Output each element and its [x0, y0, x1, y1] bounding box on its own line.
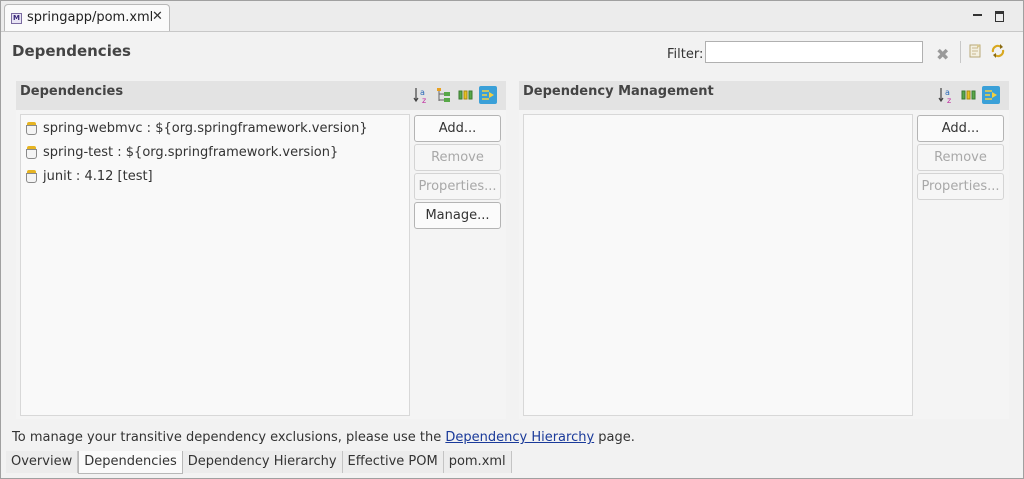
tab-effective-pom[interactable]: Effective POM: [342, 451, 444, 473]
jar-icon: [26, 146, 37, 159]
toolbar-separator: [960, 41, 961, 63]
show-columns-icon[interactable]: [457, 86, 475, 104]
dependency-management-section: Dependency Management az Add... Remove P…: [519, 81, 1009, 419]
open-pom-icon[interactable]: [967, 42, 985, 60]
show-groupid-icon[interactable]: [435, 86, 453, 104]
dependencies-section: Dependencies az spring-webmvc : ${org.sp…: [16, 81, 506, 419]
managed-dependency-properties-button[interactable]: Properties...: [917, 173, 1004, 200]
dependencies-list[interactable]: spring-webmvc : ${org.springframework.ve…: [20, 114, 410, 416]
remove-managed-dependency-button[interactable]: Remove: [917, 144, 1004, 171]
svg-text:z: z: [422, 96, 426, 104]
dependency-management-title: Dependency Management: [523, 84, 714, 99]
sort-alphabetically-icon[interactable]: az: [938, 86, 956, 105]
maximize-icon[interactable]: [993, 8, 1007, 22]
refresh-icon[interactable]: [989, 42, 1007, 60]
dependency-properties-button[interactable]: Properties...: [414, 173, 501, 200]
dependency-label: spring-webmvc : ${org.springframework.ve…: [43, 120, 368, 136]
svg-text:z: z: [947, 96, 951, 104]
hint-text-before: To manage your transitive dependency exc…: [12, 430, 446, 445]
jar-icon: [26, 122, 37, 135]
dependencies-title: Dependencies: [20, 84, 124, 99]
show-columns-icon[interactable]: [960, 86, 978, 104]
dependency-label: junit : 4.12 [test]: [43, 168, 153, 184]
exclusions-hint: To manage your transitive dependency exc…: [12, 430, 635, 445]
maven-pom-icon: M: [11, 13, 22, 24]
filter-label: Filter:: [667, 47, 704, 62]
pom-editor-tabs: Overview Dependencies Dependency Hierarc…: [6, 451, 512, 474]
dependency-hierarchy-link[interactable]: Dependency Hierarchy: [445, 430, 594, 445]
dependency-label: spring-test : ${org.springframework.vers…: [43, 144, 339, 160]
manage-dependencies-button[interactable]: Manage...: [414, 202, 501, 229]
hint-text-after: page.: [594, 430, 635, 445]
dependencies-header: Dependencies az: [16, 81, 506, 110]
add-dependency-button[interactable]: Add...: [414, 115, 501, 142]
dependency-management-header: Dependency Management az: [519, 81, 1009, 110]
clear-filter-icon[interactable]: ✖: [936, 45, 949, 64]
page-title: Dependencies: [12, 42, 131, 60]
list-item[interactable]: spring-webmvc : ${org.springframework.ve…: [26, 118, 368, 138]
add-managed-dependency-button[interactable]: Add...: [917, 115, 1004, 142]
editor-tab-bar: M springapp/pom.xml ✕: [1, 1, 1023, 32]
tab-dependency-hierarchy[interactable]: Dependency Hierarchy: [182, 451, 343, 473]
tab-pom-xml[interactable]: pom.xml: [443, 451, 512, 473]
editor-tab-pom[interactable]: M springapp/pom.xml ✕: [4, 4, 170, 31]
tab-overview[interactable]: Overview: [6, 451, 79, 473]
editor-frame: M springapp/pom.xml ✕ Dependencies Filte…: [0, 0, 1024, 479]
sort-alphabetically-icon[interactable]: az: [413, 86, 431, 105]
list-item[interactable]: spring-test : ${org.springframework.vers…: [26, 142, 338, 162]
filter-input[interactable]: [705, 41, 923, 63]
dependency-management-list[interactable]: [523, 114, 913, 416]
tab-dependencies[interactable]: Dependencies: [78, 451, 183, 474]
jar-icon: [26, 170, 37, 183]
show-inherited-toggle-icon[interactable]: [982, 86, 1000, 104]
list-item[interactable]: junit : 4.12 [test]: [26, 166, 153, 186]
close-icon[interactable]: ✕: [152, 9, 163, 24]
show-inherited-toggle-icon[interactable]: [479, 86, 497, 104]
remove-dependency-button[interactable]: Remove: [414, 144, 501, 171]
minimize-icon[interactable]: [971, 8, 985, 22]
editor-tab-label: springapp/pom.xml: [27, 10, 154, 25]
